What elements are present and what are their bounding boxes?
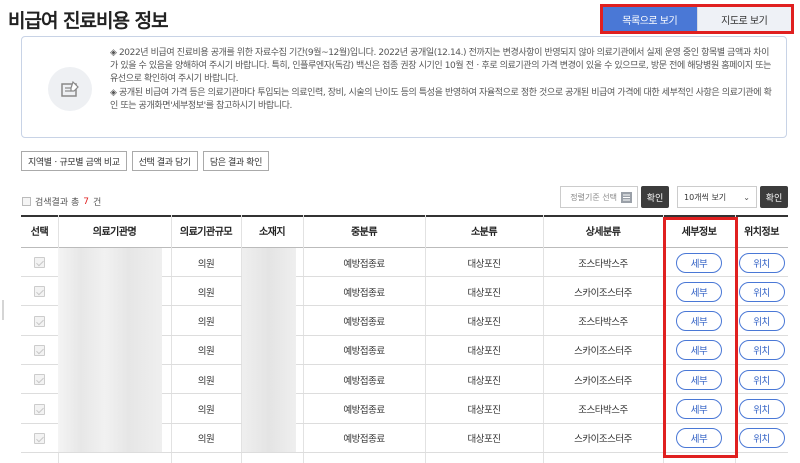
location-info-button[interactable]: 위치	[738, 281, 785, 302]
category-cell: 예방접종료	[343, 434, 385, 446]
detail-category-cell: 스카이조스터주	[574, 346, 632, 358]
subcategory-cell: 대상포진	[467, 405, 501, 416]
subcategory-cell: 대상포진	[467, 434, 501, 446]
location-info-button[interactable]: 위치	[738, 252, 785, 273]
header-col-detail-info: 세부정보	[681, 227, 717, 238]
subcategory-cell: 대상포진	[467, 258, 501, 270]
category-cell: 예방접종료	[343, 258, 385, 270]
select-all-checkbox[interactable]	[22, 197, 31, 206]
page-title: 비급여 진료비용 정보	[8, 10, 169, 32]
detail-info-button[interactable]: 세부	[676, 428, 722, 449]
institution-size-cell: 의원	[197, 346, 215, 358]
category-cell: 예방접종료	[343, 375, 385, 387]
subcategory-cell: 대상포진	[467, 287, 501, 299]
detail-info-button[interactable]: 세부	[676, 340, 722, 361]
category-cell: 예방접종료	[343, 287, 385, 299]
document-pencil-icon	[48, 67, 92, 111]
map-view-button[interactable]: 지도로 보기	[696, 7, 791, 31]
header-col-detail-category: 상세분류	[585, 227, 621, 238]
view-toggle: 목록으로 보기 지도로 보기	[600, 4, 794, 34]
page-size-value: 10개씩 보기	[684, 192, 727, 202]
detail-info-button[interactable]: 세부	[676, 311, 722, 332]
result-count-suffix: 건	[93, 198, 102, 208]
detail-info-button[interactable]: 세부	[676, 369, 722, 390]
header-col-location: 소재지	[258, 227, 286, 238]
row-checkbox[interactable]	[34, 257, 45, 268]
header-col-category: 중분류	[350, 227, 378, 238]
filter-bar: 지역별ㆍ규모별 금액 비교 선택 결과 담기 담은 결과 확인	[21, 151, 270, 171]
list-view-button[interactable]: 목록으로 보기	[603, 7, 697, 31]
header-col-select: 선택	[30, 227, 49, 238]
row-checkbox[interactable]	[34, 344, 45, 356]
detail-category-cell: 조스타박스주	[578, 317, 628, 329]
page-size-select[interactable]: 10개씩 보기 ⌄	[677, 186, 757, 208]
category-cell: 예방접종료	[343, 317, 385, 329]
detail-category-cell: 조스타박스주	[578, 405, 628, 416]
row-checkbox[interactable]	[34, 374, 45, 386]
result-count-number: 7	[83, 196, 89, 207]
blurred-addresses	[242, 248, 296, 452]
header-col-location-info: 위치정보	[744, 227, 779, 238]
notice-box: ◈ 2022년 비급여 진료비용 공개를 위한 자료수집 기간(9월~12월)입…	[21, 36, 787, 138]
list-icon	[621, 191, 632, 203]
header-col-subcategory: 소분류	[470, 227, 498, 238]
detail-category-cell: 조스타박스주	[578, 258, 628, 270]
detail-category-cell: 스카이조스터주	[574, 287, 632, 299]
detail-info-button[interactable]: 세부	[676, 399, 722, 419]
category-cell: 예방접종료	[343, 346, 385, 358]
row-checkbox[interactable]	[34, 403, 45, 415]
location-info-button[interactable]: 위치	[738, 311, 785, 332]
institution-size-cell: 의원	[197, 375, 215, 387]
subcategory-cell: 대상포진	[467, 346, 501, 358]
header-col-institution-size: 의료기관규모	[179, 227, 233, 238]
detail-category-cell: 스카이조스터주	[574, 375, 632, 387]
result-count: 검색결과 총 7 건	[22, 195, 101, 208]
header-col-institution-name: 의료기관명	[92, 227, 137, 238]
location-info-button[interactable]: 위치	[738, 369, 785, 390]
chevron-down-icon: ⌄	[743, 192, 750, 202]
institution-size-cell: 의원	[197, 434, 215, 446]
location-info-button[interactable]: 위치	[738, 340, 785, 361]
location-info-button[interactable]: 위치	[738, 428, 785, 449]
sort-select[interactable]: 정렬기준 선택	[560, 186, 638, 208]
detail-info-button[interactable]: 세부	[676, 252, 722, 273]
category-cell: 예방접종료	[343, 405, 385, 416]
subcategory-cell: 대상포진	[467, 375, 501, 387]
notice-text: ◈ 2022년 비급여 진료비용 공개를 위한 자료수집 기간(9월~12월)입…	[110, 47, 776, 113]
institution-size-cell: 의원	[197, 405, 215, 416]
page-size-confirm-button[interactable]: 확인	[760, 186, 788, 208]
view-saved-button[interactable]: 담은 결과 확인	[202, 151, 270, 171]
location-info-button[interactable]: 위치	[738, 399, 785, 419]
notice-paragraph-2: ◈ 공개된 비급여 가격 등은 의료기관마다 투입되는 의료인력, 장비, 시술…	[110, 87, 772, 111]
institution-size-cell: 의원	[197, 317, 215, 329]
institution-size-cell: 의원	[197, 258, 215, 270]
row-checkbox[interactable]	[34, 432, 45, 444]
compare-region-size-button[interactable]: 지역별ㆍ규모별 금액 비교	[21, 151, 127, 171]
detail-info-button[interactable]: 세부	[676, 281, 722, 302]
row-checkbox[interactable]	[34, 286, 45, 298]
sort-placeholder: 정렬기준 선택	[570, 192, 617, 202]
institution-size-cell: 의원	[197, 287, 215, 299]
scrollbar-marker	[2, 300, 4, 320]
save-selection-button[interactable]: 선택 결과 담기	[131, 151, 198, 171]
result-count-prefix: 검색결과 총	[35, 198, 80, 208]
detail-category-cell: 스카이조스터주	[574, 434, 632, 446]
row-checkbox[interactable]	[34, 315, 45, 327]
blurred-institution-names	[58, 248, 162, 452]
sort-confirm-button[interactable]: 확인	[641, 186, 669, 208]
subcategory-cell: 대상포진	[467, 317, 501, 329]
notice-paragraph-1: ◈ 2022년 비급여 진료비용 공개를 위한 자료수집 기간(9월~12월)입…	[110, 48, 772, 85]
